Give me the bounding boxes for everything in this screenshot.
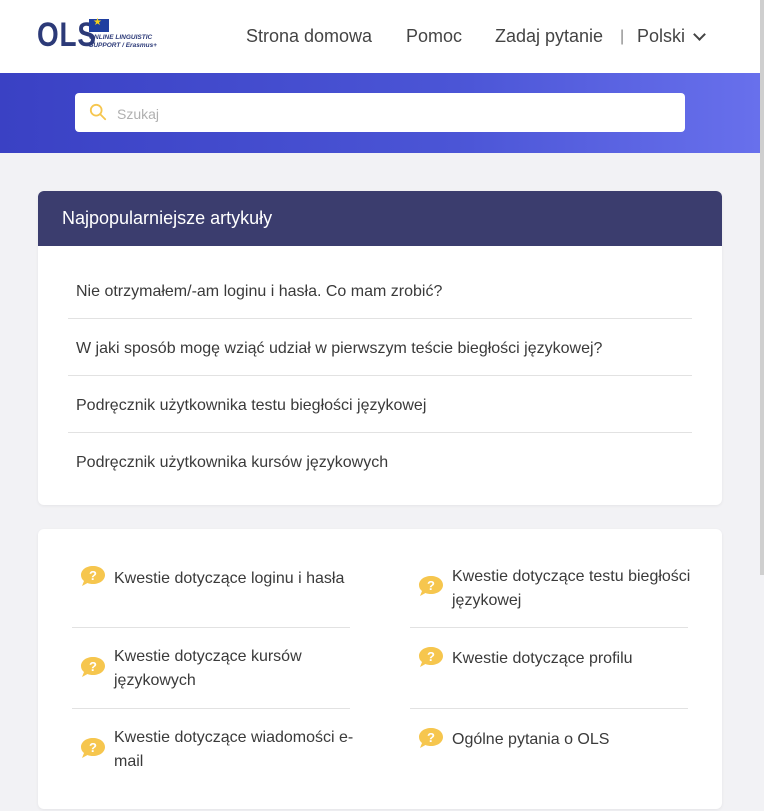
search-banner <box>0 73 760 153</box>
divider <box>410 627 688 628</box>
divider <box>68 375 692 376</box>
category-label: Kwestie dotyczące loginu i hasła <box>114 570 345 587</box>
category-label: Kwestie dotyczące wiadomości e-mail <box>114 729 354 770</box>
divider <box>68 318 692 319</box>
svg-text:?: ? <box>427 649 435 664</box>
logo-text: OLS <box>37 16 97 54</box>
eu-flag-icon <box>89 17 109 32</box>
nav-separator: | <box>620 27 625 45</box>
article-link[interactable]: Nie otrzymałem/-am loginu i hasła. Co ma… <box>68 263 692 320</box>
chevron-down-icon <box>693 27 706 41</box>
article-link[interactable]: Podręcznik użytkownika testu biegłości j… <box>68 377 692 434</box>
category-label: Kwestie dotyczące testu biegłości języko… <box>452 568 691 609</box>
question-bubble-icon: ? <box>81 657 105 677</box>
ols-logo[interactable]: OLS ONLINE LINGUISTIC SUPPORT / Erasmus+ <box>37 16 157 56</box>
search-box[interactable] <box>75 93 685 134</box>
nav-home-link[interactable]: Strona domowa <box>246 26 372 47</box>
svg-text:?: ? <box>89 568 97 583</box>
category-email[interactable]: ? Kwestie dotyczące wiadomości e-mail <box>72 725 353 789</box>
question-bubble-icon: ? <box>81 738 105 758</box>
divider <box>72 708 350 709</box>
popular-articles-card: Najpopularniejsze artykuły Nie otrzymałe… <box>38 191 722 505</box>
categories-card: ? Kwestie dotyczące loginu i hasła ? Kwe… <box>38 529 722 809</box>
divider <box>68 432 692 433</box>
divider <box>410 708 688 709</box>
category-login[interactable]: ? Kwestie dotyczące loginu i hasła <box>72 563 350 627</box>
question-bubble-icon: ? <box>419 647 443 667</box>
category-label: Kwestie dotyczące profilu <box>452 650 633 667</box>
logo-subtitle: ONLINE LINGUISTIC SUPPORT / Erasmus+ <box>89 34 157 49</box>
search-input[interactable] <box>115 93 679 134</box>
nav-ask-question-link[interactable]: Zadaj pytanie <box>495 26 603 47</box>
nav-help-link[interactable]: Pomoc <box>406 26 462 47</box>
article-link[interactable]: W jaki sposób mogę wziąć udział w pierws… <box>68 320 692 377</box>
category-general-ols[interactable]: ? Ogólne pytania o OLS <box>410 725 688 789</box>
scrollbar[interactable] <box>760 0 764 575</box>
category-language-courses[interactable]: ? Kwestie dotyczące kursów językowych <box>72 644 350 708</box>
category-label: Kwestie dotyczące kursów językowych <box>114 648 302 689</box>
question-bubble-icon: ? <box>419 576 443 596</box>
category-profile[interactable]: ? Kwestie dotyczące profilu <box>410 644 688 708</box>
article-link[interactable]: Podręcznik użytkownika kursów językowych <box>68 434 692 491</box>
category-language-test[interactable]: ? Kwestie dotyczące testu biegłości języ… <box>410 563 690 627</box>
question-bubble-icon: ? <box>419 728 443 748</box>
svg-text:?: ? <box>89 659 97 674</box>
svg-text:?: ? <box>427 730 435 745</box>
top-header: OLS ONLINE LINGUISTIC SUPPORT / Erasmus+… <box>0 0 760 73</box>
question-bubble-icon: ? <box>81 566 105 586</box>
popular-articles-title: Najpopularniejsze artykuły <box>38 191 722 246</box>
language-selector[interactable]: Polski <box>637 26 706 47</box>
search-icon <box>89 103 107 121</box>
category-label: Ogólne pytania o OLS <box>452 731 610 748</box>
divider <box>72 627 350 628</box>
language-label: Polski <box>637 26 686 46</box>
svg-text:?: ? <box>89 740 97 755</box>
svg-text:?: ? <box>427 578 435 593</box>
